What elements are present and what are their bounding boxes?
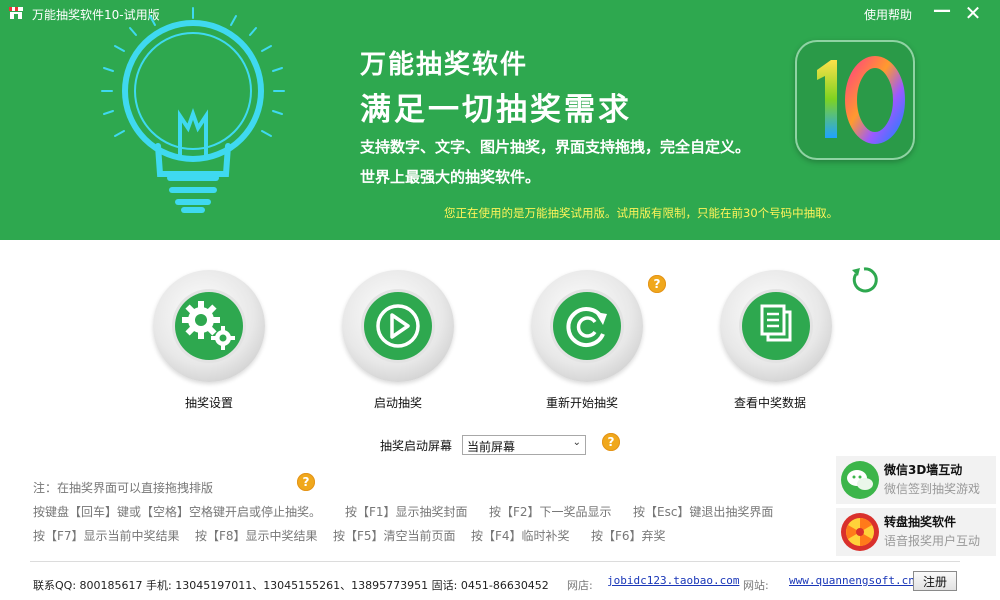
contact-info: 联系QQ: 800185617 手机: 13045197011、13045155… [33,579,549,592]
drag-layout-note: 注：在抽奖界面可以直接拖拽排版 [33,481,214,495]
header-banner: 万能抽奖软件10-试用版 使用帮助 — ✕ 万能抽奖软件 满足一切抽奖需求 支持… [0,0,1000,240]
promo-wechat-3d-wall[interactable]: 微信3D墙互动 微信签到抽奖游戏 [836,456,996,504]
chevron-down-icon: ⌄ [572,437,581,448]
feature-description: 支持数字、文字、图片抽奖，界面支持拖拽，完全自定义。 [360,138,751,156]
site-label: 网站: [743,579,769,592]
view-winners-button[interactable] [720,270,832,382]
hotkey-hint: 按【F1】显示抽奖封面 [345,505,468,519]
restart-icon [566,307,607,347]
headline-subtitle: 满足一切抽奖需求 [360,92,632,128]
help-icon[interactable]: ? [297,473,315,491]
trial-notice: 您正在使用的是万能抽奖试用版。试用版有限制，只能在前30个号码中抽取。 [444,206,839,220]
register-button[interactable]: 注册 [913,571,957,591]
wechat-icon [841,461,879,499]
shop-label: 网店: [567,579,593,592]
hotkey-hint: 按【F5】清空当前页面 [333,529,456,543]
footer-divider [30,561,960,562]
play-icon [376,304,420,348]
restart-lottery-label: 重新开始抽奖 [545,396,618,410]
hotkey-hint: 按【F2】下一奖品显示 [489,505,612,519]
screen-select[interactable]: 当前屏幕 ⌄ [462,435,586,455]
hotkey-hint: 按【F6】弃奖 [591,529,666,543]
minimize-button[interactable]: — [931,2,953,24]
close-button[interactable]: ✕ [962,2,984,24]
promo-subtitle: 语音报奖用户互动 [884,534,981,548]
refresh-icon[interactable] [848,264,880,296]
shop-link[interactable]: jobidc123.taobao.com [607,574,739,587]
headline-title: 万能抽奖软件 [360,50,529,80]
site-link[interactable]: www.quannengsoft.cn [789,574,915,587]
start-lottery-label: 启动抽奖 [373,396,422,410]
screen-select-label: 抽奖启动屏幕 [380,439,453,453]
hotkey-hint: 按【F7】显示当前中奖结果 [33,529,180,543]
lottery-settings-label: 抽奖设置 [184,396,233,410]
hotkey-hint: 按【F4】临时补奖 [471,529,570,543]
help-link[interactable]: 使用帮助 [864,6,912,23]
hotkey-hint: 按键盘【回车】键或【空格】空格键开启或停止抽奖。 [33,505,322,519]
promo-title: 转盘抽奖软件 [884,515,957,529]
feature-tagline: 世界上最强大的抽奖软件。 [360,168,541,186]
lottery-settings-button[interactable] [153,270,265,382]
promo-subtitle: 微信签到抽奖游戏 [884,482,981,496]
restart-lottery-button[interactable] [531,270,643,382]
start-lottery-button[interactable] [342,270,454,382]
version-logo: 10 [795,40,915,160]
lightbulb-icon [101,7,285,213]
hotkey-hint: 按【Esc】键退出抽奖界面 [633,505,774,519]
documents-icon [760,304,792,342]
prize-wheel-icon [841,513,879,551]
app-icon [9,7,23,19]
view-winners-label: 查看中奖数据 [733,396,806,410]
screen-select-value: 当前屏幕 [467,440,516,454]
gears-icon [182,301,235,350]
help-icon[interactable]: ? [602,433,620,451]
help-icon[interactable]: ? [648,275,666,293]
promo-title: 微信3D墙互动 [884,463,963,477]
hotkey-hint: 按【F8】显示中奖结果 [195,529,318,543]
promo-wheel-lottery[interactable]: 转盘抽奖软件 语音报奖用户互动 [836,508,996,556]
version-10-icon [817,56,905,144]
